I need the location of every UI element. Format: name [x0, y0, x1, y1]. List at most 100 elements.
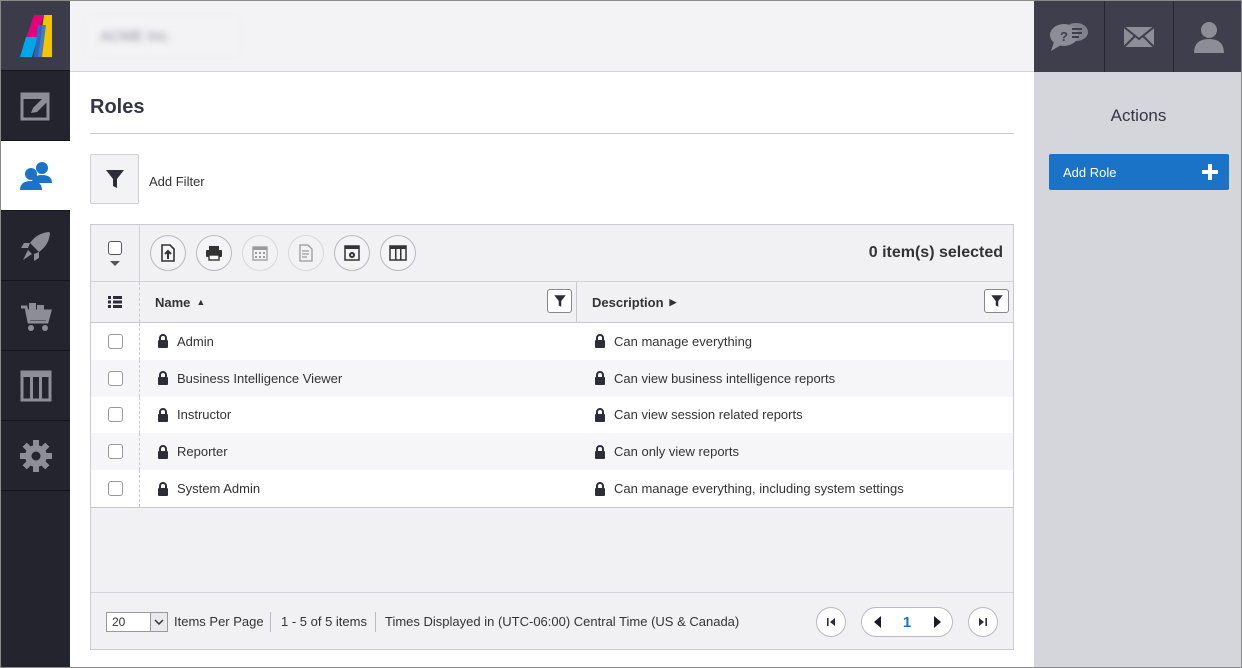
top-right-icons: ? [1034, 1, 1241, 72]
item-range-label: 1 - 5 of 5 items [281, 614, 367, 629]
role-description: Can view business intelligence reports [614, 370, 836, 386]
add-role-button[interactable]: Add Role [1049, 154, 1229, 190]
row-checkbox-cell[interactable] [91, 433, 140, 471]
funnel-icon [990, 295, 1003, 307]
cart-icon [20, 302, 52, 331]
first-page-icon [827, 618, 835, 626]
grid-empty-area [91, 507, 1013, 592]
actions-title: Actions [1110, 106, 1167, 125]
left-nav [1, 1, 70, 667]
role-description: Can view session related reports [614, 407, 803, 423]
calendar-icon [252, 246, 268, 261]
mail-button[interactable] [1103, 1, 1174, 72]
table-row[interactable]: Reporter Can only view reports [91, 433, 1013, 471]
page-title: Roles [90, 96, 145, 118]
current-page[interactable]: 1 [892, 608, 922, 636]
print-icon [206, 246, 222, 261]
roles-grid: 0 item(s) selected Name ▲ Description ▶ … [90, 224, 1014, 650]
nav-item-content[interactable] [1, 71, 70, 141]
app-window: ACME Inc. ? Roles Add Filter 0 item(s) s… [0, 0, 1242, 668]
chevron-down-icon [110, 261, 120, 266]
column-header-description[interactable]: Description ▶ [592, 282, 676, 322]
role-description-cell[interactable]: Can view business intelligence reports [594, 360, 835, 397]
role-description: Can manage everything, including system … [614, 481, 904, 497]
list-icon [108, 296, 122, 308]
row-checkbox-cell[interactable] [91, 396, 140, 434]
users-icon [19, 161, 52, 190]
app-logo[interactable] [1, 1, 70, 71]
svg-text:?: ? [1060, 29, 1068, 44]
column-header-name[interactable]: Name ▲ [155, 282, 205, 322]
role-name: Admin [177, 333, 214, 349]
table-row[interactable]: Instructor Can view session related repo… [91, 396, 1013, 434]
nav-item-settings[interactable] [1, 421, 70, 491]
last-page-button[interactable] [968, 607, 998, 637]
first-page-button[interactable] [816, 607, 846, 637]
user-profile-button[interactable] [1173, 1, 1241, 72]
chevron-down-icon[interactable] [150, 613, 167, 631]
lock-icon [594, 334, 606, 349]
last-page-icon [979, 618, 987, 626]
row-checkbox[interactable] [107, 370, 123, 386]
sort-ascending-icon: ▲ [196, 297, 206, 307]
top-bar: ACME Inc. [70, 1, 1034, 72]
role-name-cell[interactable]: System Admin [157, 470, 260, 507]
export-icon [161, 244, 175, 262]
role-name: Instructor [177, 407, 232, 423]
schedule-button[interactable] [242, 235, 278, 271]
funnel-icon [553, 295, 566, 307]
description-column-filter-button[interactable] [984, 289, 1009, 313]
grid-settings-button[interactable] [334, 235, 370, 271]
nav-item-users[interactable] [1, 141, 70, 211]
report-button[interactable] [288, 235, 324, 271]
role-name-cell[interactable]: Business Intelligence Viewer [157, 360, 342, 397]
role-description-cell[interactable]: Can only view reports [594, 433, 739, 470]
row-checkbox-cell[interactable] [91, 323, 140, 360]
nav-item-store[interactable] [1, 281, 70, 351]
organization-name[interactable]: ACME Inc. [88, 19, 238, 53]
print-button[interactable] [196, 235, 232, 271]
row-options-button[interactable] [91, 282, 140, 322]
pager-divider [270, 612, 271, 632]
page-size-select[interactable]: 20 [106, 612, 168, 632]
row-checkbox[interactable] [107, 444, 123, 460]
mail-icon [1123, 25, 1155, 48]
select-all-dropdown[interactable] [91, 225, 140, 282]
role-description: Can only view reports [614, 444, 739, 460]
role-name-cell[interactable]: Admin [157, 323, 214, 360]
export-button[interactable] [150, 235, 186, 271]
row-checkbox[interactable] [107, 333, 123, 349]
role-name-cell[interactable]: Reporter [157, 433, 228, 470]
add-filter-label[interactable]: Add Filter [149, 174, 205, 189]
nav-item-launch[interactable] [1, 211, 70, 281]
role-description-cell[interactable]: Can view session related reports [594, 397, 803, 434]
role-description: Can manage everything [614, 333, 753, 349]
previous-page-button[interactable] [862, 608, 892, 636]
role-name-cell[interactable]: Instructor [157, 397, 231, 434]
columns-icon [389, 245, 407, 261]
title-divider [90, 133, 1014, 134]
user-profile-icon [1193, 21, 1224, 53]
page-navigation: 1 [861, 607, 953, 637]
lock-icon [157, 334, 169, 349]
role-description-cell[interactable]: Can manage everything [594, 323, 752, 360]
row-checkbox[interactable] [107, 481, 123, 497]
page-size-value: 20 [112, 615, 126, 629]
name-column-filter-button[interactable] [547, 289, 572, 313]
row-checkbox[interactable] [107, 407, 123, 423]
row-checkbox-cell[interactable] [91, 470, 140, 507]
help-chat-button[interactable]: ? [1034, 1, 1104, 72]
lock-icon [157, 371, 169, 386]
table-row[interactable]: System Admin Can manage everything, incl… [91, 470, 1013, 507]
columns-button[interactable] [380, 235, 416, 271]
nav-item-layout[interactable] [1, 351, 70, 421]
role-description-cell[interactable]: Can manage everything, including system … [594, 470, 904, 507]
table-row[interactable]: Business Intelligence Viewer Can view bu… [91, 359, 1013, 397]
select-all-checkbox[interactable] [108, 241, 122, 255]
row-checkbox-cell[interactable] [91, 359, 140, 397]
next-page-button[interactable] [922, 608, 952, 636]
table-row[interactable]: Admin Can manage everything [91, 323, 1013, 360]
rocket-icon [20, 231, 50, 261]
grid-pager: 20 Items Per Page 1 - 5 of 5 items Times… [91, 592, 1013, 649]
add-filter-button[interactable] [90, 154, 139, 204]
